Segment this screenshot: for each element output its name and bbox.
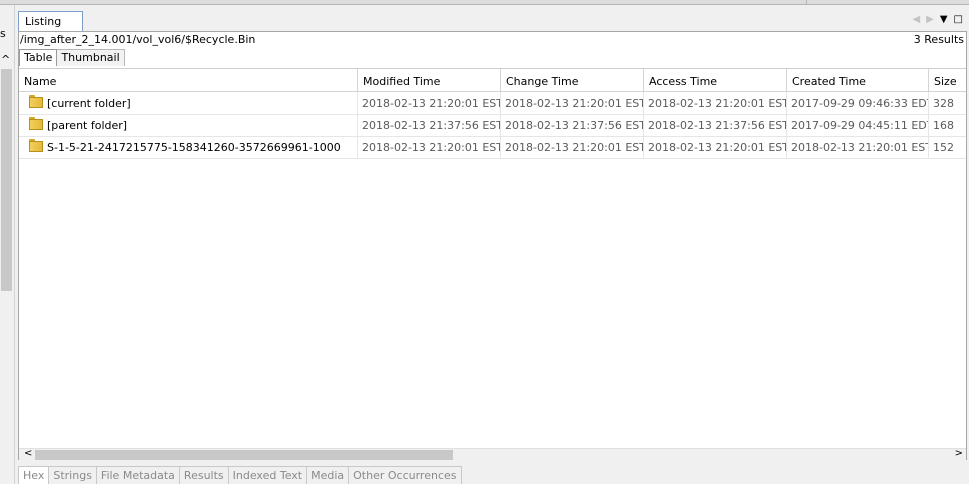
listing-panel: Listing ◀ ▶ ▼ □ /img_after_2_14.001/vol_… — [18, 5, 967, 461]
view-tabs: Table Thumbnail — [19, 49, 125, 66]
folder-icon — [29, 117, 43, 130]
access-cell: 2018-02-13 21:20:01 EST — [644, 92, 787, 114]
created-cell: 2017-09-29 04:45:11 EDT — [787, 114, 929, 136]
maximize-icon[interactable]: □ — [954, 14, 963, 25]
left-panel-text: s — [0, 27, 6, 40]
path-label: /img_after_2_14.001/vol_vol6/$Recycle.Bi… — [20, 33, 256, 46]
name-cell[interactable]: [parent folder] — [19, 114, 358, 136]
tab-strings[interactable]: Strings — [48, 466, 97, 484]
listing-content: /img_after_2_14.001/vol_vol6/$Recycle.Bi… — [18, 31, 967, 461]
name-text: [parent folder] — [47, 119, 128, 132]
change-cell: 2018-02-13 21:20:01 EST — [501, 92, 644, 114]
name-cell[interactable]: [current folder] — [19, 92, 358, 114]
column-header-change-time[interactable]: Change Time — [501, 69, 644, 91]
modified-cell: 2018-02-13 21:20:01 EST — [358, 92, 501, 114]
scroll-thumb[interactable] — [1, 69, 12, 291]
horizontal-scrollbar[interactable]: < > — [19, 448, 966, 461]
scroll-right-icon[interactable]: > — [955, 448, 963, 459]
name-cell[interactable]: S-1-5-21-2417215775-158341260-3572669961… — [19, 136, 358, 158]
column-header-created-time[interactable]: Created Time — [787, 69, 929, 91]
left-panel-scrollbar[interactable]: s ^ — [0, 5, 15, 484]
size-cell: 328 — [933, 97, 954, 110]
listing-tab[interactable]: Listing — [18, 11, 83, 32]
tab-file-metadata[interactable]: File Metadata — [95, 466, 180, 484]
top-divider — [806, 0, 807, 4]
change-cell: 2018-02-13 21:20:01 EST — [501, 136, 644, 158]
size-cell: 152 — [933, 141, 954, 154]
access-cell: 2018-02-13 21:20:01 EST — [644, 136, 787, 158]
column-header-modified-time[interactable]: Modified Time — [358, 69, 501, 91]
tab-table[interactable]: Table — [19, 49, 58, 66]
folder-icon — [29, 95, 43, 108]
table-row[interactable]: S-1-5-21-2417215775-158341260-3572669961… — [19, 136, 966, 159]
table-row[interactable]: [parent folder] 2018-02-13 21:37:56 EST … — [19, 114, 966, 137]
created-cell: 2018-02-13 21:20:01 EST — [787, 136, 929, 158]
content-viewer-tabs: Hex Strings File Metadata Results Indexe… — [18, 466, 462, 484]
column-header-size[interactable]: Size — [929, 69, 966, 91]
horizontal-scroll-thumb[interactable] — [35, 450, 453, 460]
modified-cell: 2018-02-13 21:20:01 EST — [358, 136, 501, 158]
dropdown-icon[interactable]: ▼ — [940, 14, 948, 25]
scroll-up-icon[interactable]: ^ — [1, 53, 10, 66]
created-cell: 2017-09-29 09:46:33 EDT — [787, 92, 929, 114]
column-header-access-time[interactable]: Access Time — [644, 69, 787, 91]
tab-results[interactable]: Results — [178, 466, 229, 484]
change-cell: 2018-02-13 21:37:56 EST — [501, 114, 644, 136]
folder-icon — [29, 139, 43, 152]
window-controls: ◀ ▶ ▼ □ — [912, 12, 963, 26]
modified-cell: 2018-02-13 21:37:56 EST — [358, 114, 501, 136]
tab-indexed-text[interactable]: Indexed Text — [227, 466, 308, 484]
scroll-left-icon[interactable]: < — [24, 448, 32, 459]
chevron-left-icon[interactable]: ◀ — [912, 14, 920, 25]
column-header-name[interactable]: Name — [19, 69, 358, 91]
size-cell: 168 — [933, 119, 954, 132]
tab-other-occurrences[interactable]: Other Occurrences — [348, 466, 462, 484]
results-count: 3 Results — [913, 33, 964, 46]
name-text: S-1-5-21-2417215775-158341260-3572669961… — [47, 141, 341, 154]
tab-hex[interactable]: Hex — [18, 466, 50, 484]
name-text: [current folder] — [47, 97, 131, 110]
access-cell: 2018-02-13 21:37:56 EST — [644, 114, 787, 136]
table-header: Name Modified Time Change Time Access Ti… — [19, 69, 966, 92]
table-row[interactable]: [current folder] 2018-02-13 21:20:01 EST… — [19, 92, 966, 115]
tab-media[interactable]: Media — [306, 466, 350, 484]
results-table: Name Modified Time Change Time Access Ti… — [19, 68, 966, 453]
tab-thumbnail[interactable]: Thumbnail — [56, 49, 125, 66]
chevron-right-icon[interactable]: ▶ — [926, 14, 934, 25]
